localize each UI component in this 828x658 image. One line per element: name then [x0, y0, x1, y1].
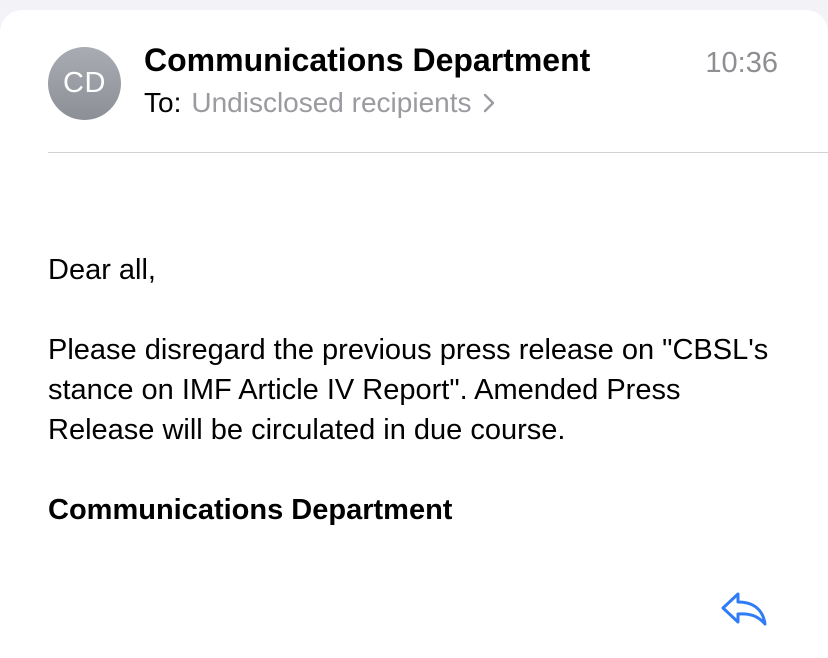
to-label: To:: [144, 87, 182, 118]
message-greeting: Dear all,: [48, 254, 156, 286]
sender-name[interactable]: Communications Department: [144, 42, 590, 79]
message-paragraph: Please disregard the previous press rele…: [48, 334, 769, 446]
email-view: CD Communications Department 10:36 To: U…: [0, 10, 828, 658]
timestamp: 10:36: [705, 47, 778, 79]
recipients-text[interactable]: Undisclosed recipients: [191, 87, 471, 119]
avatar-initials: CD: [63, 67, 106, 99]
avatar[interactable]: CD: [48, 47, 121, 120]
email-header: CD Communications Department 10:36 To: U…: [0, 10, 828, 153]
message-body: Dear all, Please disregard the previous …: [48, 250, 788, 530]
message-signature: Communications Department: [48, 494, 453, 526]
reply-icon[interactable]: [718, 586, 770, 630]
chevron-right-icon[interactable]: [482, 91, 496, 115]
recipients-line[interactable]: To: Undisclosed recipients: [144, 87, 496, 119]
header-divider: [48, 152, 828, 153]
